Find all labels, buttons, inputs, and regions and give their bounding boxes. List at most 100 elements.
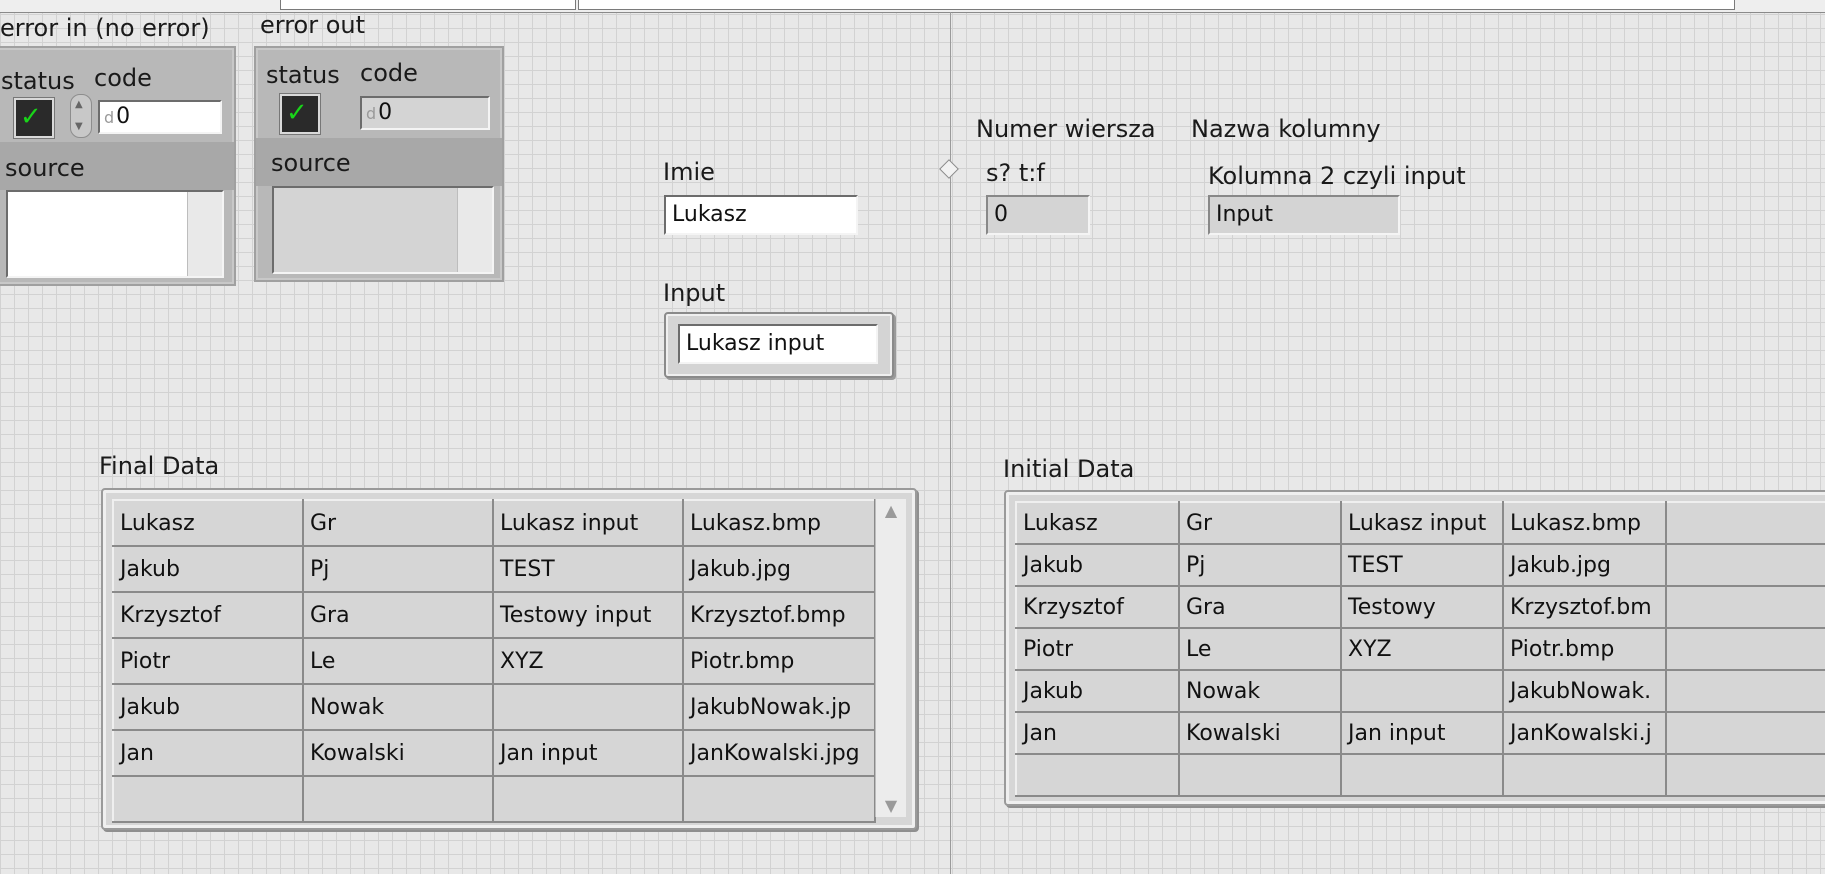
- top-field-box[interactable]: [280, 0, 576, 10]
- table-cell[interactable]: Krzysztof: [1015, 585, 1180, 629]
- table-cell[interactable]: [1665, 753, 1825, 797]
- table-cell[interactable]: Jakub: [112, 545, 304, 593]
- table-cell[interactable]: Jakub.jpg: [682, 545, 876, 593]
- table-cell[interactable]: Testowy: [1340, 585, 1504, 629]
- table-cell[interactable]: [682, 775, 876, 823]
- panel-divider-line: [950, 12, 951, 874]
- table-cell[interactable]: Testowy input: [492, 591, 684, 639]
- table-cell[interactable]: Jakub: [1015, 669, 1180, 713]
- table-row[interactable]: Jakub Nowak JakubNowak.: [1015, 669, 1825, 713]
- table-cell[interactable]: Jan input: [1340, 711, 1504, 755]
- table-cell[interactable]: XYZ: [1340, 627, 1504, 671]
- table-cell[interactable]: JakubNowak.jp: [682, 683, 876, 731]
- table-cell[interactable]: Piotr.bmp: [682, 637, 876, 685]
- table-cell[interactable]: Lukasz.bmp: [682, 499, 876, 547]
- error-in-source-field[interactable]: [6, 190, 224, 278]
- table-cell[interactable]: [1665, 669, 1825, 713]
- table-row[interactable]: [112, 775, 876, 823]
- final-data-table[interactable]: Lukasz Gr Lukasz input Lukasz.bmp Jakub Pj TES…: [112, 499, 876, 823]
- final-data-scrollbar[interactable]: ▲ ▼: [875, 499, 906, 817]
- table-cell[interactable]: Lukasz: [1015, 501, 1180, 545]
- table-cell[interactable]: Gra: [1178, 585, 1342, 629]
- table-cell[interactable]: XYZ: [492, 637, 684, 685]
- imie-label: Imie: [663, 158, 715, 186]
- table-row[interactable]: Lukasz Gr Lukasz input Lukasz.bmp: [1015, 501, 1825, 545]
- error-in-cluster[interactable]: status code ✓ ▲ ▼ d0 source: [0, 46, 236, 286]
- table-cell[interactable]: [1015, 753, 1180, 797]
- table-cell[interactable]: Jakub.jpg: [1502, 543, 1667, 587]
- table-cell[interactable]: Jakub: [112, 683, 304, 731]
- table-row[interactable]: Krzysztof Gra Testowy Krzysztof.bm: [1015, 585, 1825, 629]
- table-cell[interactable]: Nowak: [1178, 669, 1342, 713]
- table-cell[interactable]: JanKowalski.jpg: [682, 729, 876, 777]
- scroll-down-arrow-icon[interactable]: ▼: [876, 796, 906, 815]
- error-in-source-scrollbar[interactable]: [187, 192, 222, 276]
- table-cell[interactable]: [1665, 501, 1825, 545]
- table-cell[interactable]: Lukasz input: [492, 499, 684, 547]
- table-cell[interactable]: Le: [1178, 627, 1342, 671]
- numeric-format-icon: d: [366, 104, 377, 123]
- table-cell[interactable]: Jan input: [492, 729, 684, 777]
- table-cell[interactable]: JakubNowak.: [1502, 669, 1667, 713]
- table-row[interactable]: Piotr Le XYZ Piotr.bmp: [112, 637, 876, 685]
- table-cell[interactable]: Lukasz input: [1340, 501, 1504, 545]
- table-cell[interactable]: Gr: [1178, 501, 1342, 545]
- table-row[interactable]: Jakub Pj TEST Jakub.jpg: [1015, 543, 1825, 587]
- initial-data-table[interactable]: Lukasz Gr Lukasz input Lukasz.bmp Jakub Pj TES…: [1015, 501, 1825, 797]
- table-cell[interactable]: [1665, 627, 1825, 671]
- table-cell[interactable]: Krzysztof.bm: [1502, 585, 1667, 629]
- imie-string-control[interactable]: Lukasz: [664, 195, 858, 235]
- table-cell[interactable]: Krzysztof: [112, 591, 304, 639]
- input-string-control[interactable]: Lukasz input: [678, 324, 878, 364]
- table-cell[interactable]: [1665, 585, 1825, 629]
- table-cell[interactable]: Nowak: [302, 683, 494, 731]
- error-in-title: error in (no error): [0, 14, 210, 42]
- table-cell[interactable]: JanKowalski.j: [1502, 711, 1667, 755]
- table-cell[interactable]: Kowalski: [1178, 711, 1342, 755]
- table-cell[interactable]: Jan: [112, 729, 304, 777]
- connector-terminal-icon: [939, 159, 959, 179]
- error-out-source-scrollbar[interactable]: [457, 188, 492, 272]
- table-cell[interactable]: [1502, 753, 1667, 797]
- table-cell[interactable]: Lukasz.bmp: [1502, 501, 1667, 545]
- table-row[interactable]: Jan Kowalski Jan input JanKowalski.j: [1015, 711, 1825, 755]
- table-cell[interactable]: [1340, 753, 1504, 797]
- table-cell[interactable]: TEST: [1340, 543, 1504, 587]
- table-cell[interactable]: [1340, 669, 1504, 713]
- table-row[interactable]: Piotr Le XYZ Piotr.bmp: [1015, 627, 1825, 671]
- table-cell[interactable]: Krzysztof.bmp: [682, 591, 876, 639]
- table-cell[interactable]: TEST: [492, 545, 684, 593]
- table-cell[interactable]: Lukasz: [112, 499, 304, 547]
- table-row[interactable]: Lukasz Gr Lukasz input Lukasz.bmp: [112, 499, 876, 547]
- table-cell[interactable]: [1178, 753, 1342, 797]
- table-cell[interactable]: [1665, 543, 1825, 587]
- table-row[interactable]: [1015, 753, 1825, 797]
- table-cell[interactable]: [112, 775, 304, 823]
- error-in-code-spinner[interactable]: ▲ ▼: [70, 94, 92, 138]
- scroll-up-arrow-icon[interactable]: ▲: [876, 501, 906, 520]
- table-cell[interactable]: Gra: [302, 591, 494, 639]
- table-cell[interactable]: Kowalski: [302, 729, 494, 777]
- table-cell[interactable]: Piotr.bmp: [1502, 627, 1667, 671]
- numer-wiersza-sublabel: s? t:f: [986, 159, 1045, 187]
- table-cell[interactable]: [302, 775, 494, 823]
- table-cell[interactable]: Pj: [1178, 543, 1342, 587]
- table-cell[interactable]: Pj: [302, 545, 494, 593]
- error-in-status-led[interactable]: ✓: [14, 98, 54, 138]
- table-cell[interactable]: Gr: [302, 499, 494, 547]
- table-cell[interactable]: [492, 775, 684, 823]
- table-cell[interactable]: Piotr: [112, 637, 304, 685]
- table-row[interactable]: Jakub Pj TEST Jakub.jpg: [112, 545, 876, 593]
- error-in-code-field[interactable]: d0: [98, 100, 222, 134]
- table-row[interactable]: Jan Kowalski Jan input JanKowalski.jpg: [112, 729, 876, 777]
- table-row[interactable]: Krzysztof Gra Testowy input Krzysztof.bmp: [112, 591, 876, 639]
- top-field-box-wide[interactable]: [578, 0, 1735, 10]
- table-row[interactable]: Jakub Nowak JakubNowak.jp: [112, 683, 876, 731]
- table-cell[interactable]: [1665, 711, 1825, 755]
- table-cell[interactable]: Le: [302, 637, 494, 685]
- nazwa-kolumny-sublabel: Kolumna 2 czyli input: [1208, 162, 1466, 190]
- table-cell[interactable]: Jan: [1015, 711, 1180, 755]
- table-cell[interactable]: Jakub: [1015, 543, 1180, 587]
- table-cell[interactable]: [492, 683, 684, 731]
- table-cell[interactable]: Piotr: [1015, 627, 1180, 671]
